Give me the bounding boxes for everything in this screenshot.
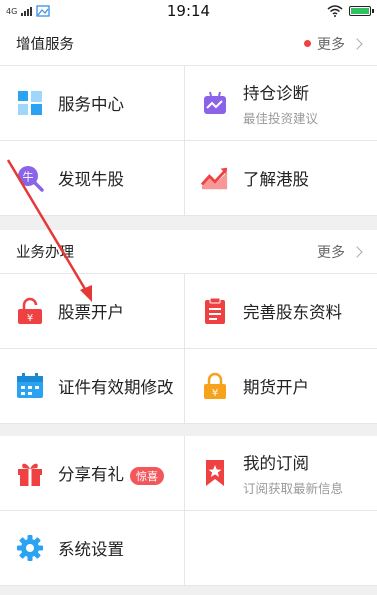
grid-item-subtitle: 订阅获取最新信息 xyxy=(243,480,344,496)
chevron-right-icon xyxy=(351,37,363,50)
grid-item-label: 系统设置 xyxy=(58,540,124,559)
grid-item-stock-account[interactable]: ¥ 股票开户 xyxy=(0,274,185,349)
grid-item-futures-account[interactable]: ¥ 期货开户 xyxy=(185,349,377,424)
svg-text:¥: ¥ xyxy=(27,313,33,324)
grid-item-label: 持仓诊断 xyxy=(243,83,309,103)
section-divider xyxy=(0,216,377,230)
grid-item-subtitle: 最佳投资建议 xyxy=(243,110,319,126)
grid-item-share-gift[interactable]: 分享有礼 惊喜 xyxy=(0,436,185,511)
bookmark-icon xyxy=(201,459,229,487)
status-bar: 4G 19:14 xyxy=(0,0,377,22)
grid-item-hk-stocks[interactable]: 了解港股 xyxy=(185,141,377,216)
clipboard-icon xyxy=(201,297,229,325)
gear-icon xyxy=(16,534,44,562)
section-title: 增值服务 xyxy=(16,37,74,53)
more-label: 更多 xyxy=(317,244,345,261)
business-header: 业务办理 更多 xyxy=(0,230,377,274)
value-added-header: 增值服务 更多 xyxy=(0,22,377,66)
business-more-link[interactable]: 更多 xyxy=(317,242,363,262)
bull-search-icon: 牛 xyxy=(16,164,44,192)
robot-icon xyxy=(201,89,229,117)
grid-item-label-wrap: 分享有礼 惊喜 xyxy=(58,461,164,485)
grid-item-shareholder-info[interactable]: 完善股东资料 xyxy=(185,274,377,349)
value-added-section: 增值服务 更多 服务中心 持仓诊断 最佳投资建议 牛 发现牛股 了解港股 xyxy=(0,22,377,216)
section-title: 业务办理 xyxy=(16,245,74,261)
value-added-more-link[interactable]: 更多 xyxy=(304,34,363,54)
svg-text:牛: 牛 xyxy=(23,170,34,184)
battery-icon xyxy=(349,6,374,16)
unlock-icon: ¥ xyxy=(16,297,44,325)
svg-text:¥: ¥ xyxy=(212,388,218,399)
calendar-icon xyxy=(16,372,44,400)
grid-item-my-subscription[interactable]: 我的订阅 订阅获取最新信息 xyxy=(185,436,377,511)
grid-item-portfolio-diagnosis[interactable]: 持仓诊断 最佳投资建议 xyxy=(185,66,377,141)
surprise-badge: 惊喜 xyxy=(130,466,164,485)
grid-item-empty xyxy=(185,511,377,586)
notification-dot xyxy=(304,40,311,47)
grid-item-settings[interactable]: 系统设置 xyxy=(0,511,185,586)
section-divider xyxy=(0,424,377,436)
grid-item-label: 证件有效期修改 xyxy=(58,378,174,397)
chevron-right-icon xyxy=(351,245,363,258)
grid-item-discover-stocks[interactable]: 牛 发现牛股 xyxy=(0,141,185,216)
grid-item-label: 服务中心 xyxy=(58,95,124,114)
gift-icon xyxy=(16,459,44,487)
others-section: 分享有礼 惊喜 我的订阅 订阅获取最新信息 系统设置 xyxy=(0,436,377,586)
grid-item-label: 股票开户 xyxy=(58,303,124,322)
grid-item-service-center[interactable]: 服务中心 xyxy=(0,66,185,141)
grid-item-label: 我的订阅 xyxy=(243,453,309,473)
status-time: 19:14 xyxy=(166,2,211,20)
lock-icon: ¥ xyxy=(201,372,229,400)
business-section: 业务办理 更多 ¥ 股票开户 完善股东资料 证件有效期修改 ¥ 期货开户 xyxy=(0,230,377,424)
grid-item-label: 发现牛股 xyxy=(58,170,124,189)
grid-item-label: 完善股东资料 xyxy=(243,303,342,322)
trend-chart-icon xyxy=(201,164,229,192)
grid-item-label: 期货开户 xyxy=(243,378,309,397)
grid-item-label: 分享有礼 xyxy=(58,465,124,484)
service-center-icon xyxy=(16,89,44,117)
more-label: 更多 xyxy=(317,36,345,53)
grid-item-id-validity[interactable]: 证件有效期修改 xyxy=(0,349,185,424)
grid-item-label: 了解港股 xyxy=(243,170,309,189)
